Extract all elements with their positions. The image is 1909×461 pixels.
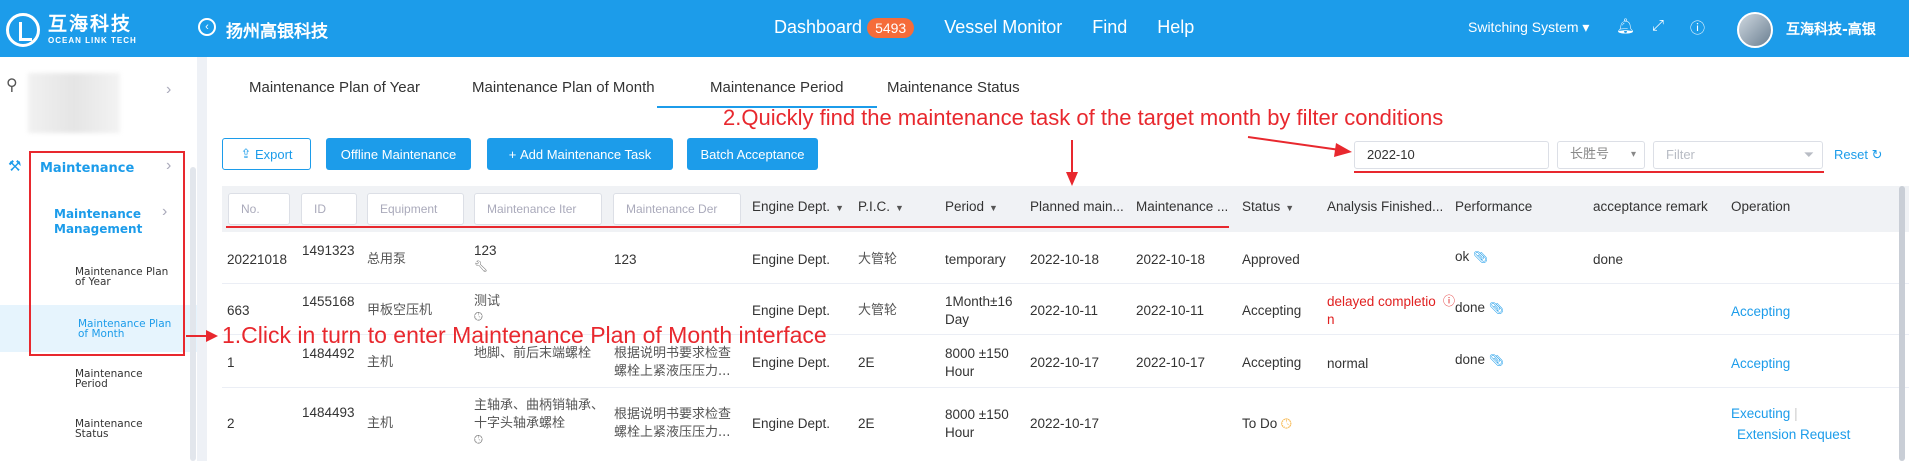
annotation-step1: 1.Click in turn to enter Maintenance Pla…: [222, 322, 827, 348]
annotation-arrows: [186, 136, 1824, 342]
